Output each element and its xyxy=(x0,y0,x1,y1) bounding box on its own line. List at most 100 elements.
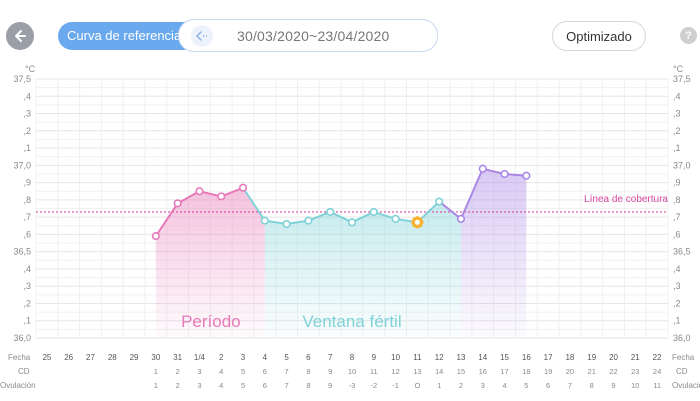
date-tick-label: 6 xyxy=(306,353,311,362)
ovulation-day-label: 5 xyxy=(524,381,528,390)
date-tick-label: 12 xyxy=(435,353,444,362)
data-point xyxy=(435,197,444,206)
data-point xyxy=(391,214,400,223)
date-tick-label: 21 xyxy=(631,353,640,362)
y-tick-label-right: ,1 xyxy=(673,316,681,326)
date-tick-label: 13 xyxy=(457,353,466,362)
date-tick-label: 26 xyxy=(64,353,73,362)
date-tick-label: 29 xyxy=(130,353,139,362)
ovulation-day-label: 10 xyxy=(631,381,639,390)
date-tick-label: 11 xyxy=(413,353,422,362)
cycle-day-label: 20 xyxy=(566,367,574,376)
row-label-date: Fecha xyxy=(8,353,31,362)
y-tick-label-left: ,9 xyxy=(23,178,31,188)
ovulation-day-label: 9 xyxy=(611,381,615,390)
date-tick-label: 4 xyxy=(263,353,268,362)
y-tick-label-right: 36,0 xyxy=(673,333,691,343)
ovulation-day-label: 9 xyxy=(328,381,332,390)
ovulation-day-label: O xyxy=(414,381,420,390)
y-tick-label-right: 37,0 xyxy=(673,160,691,170)
ovulation-day-label: 4 xyxy=(219,381,223,390)
data-point xyxy=(478,164,487,173)
cycle-day-label: 21 xyxy=(588,367,596,376)
ovulation-day-label: 1 xyxy=(154,381,158,390)
date-tick-label: 15 xyxy=(500,353,509,362)
cycle-day-label: 13 xyxy=(413,367,421,376)
date-tick-label: 22 xyxy=(653,353,662,362)
y-tick-label-right: ,2 xyxy=(673,126,681,136)
y-tick-label-right: ,1 xyxy=(673,143,681,153)
date-tick-label: 25 xyxy=(42,353,51,362)
ovulation-day-label: 6 xyxy=(263,381,267,390)
y-tick-label-left: ,3 xyxy=(23,281,31,291)
data-point xyxy=(282,219,291,229)
data-point xyxy=(522,171,531,180)
ovulation-marker xyxy=(414,219,420,225)
y-tick-label-right: ,7 xyxy=(673,212,681,222)
row-label-cd-right: CD xyxy=(676,367,688,376)
cycle-day-label: 14 xyxy=(435,367,443,376)
date-tick-label: 27 xyxy=(86,353,95,362)
date-tick-label: 14 xyxy=(478,353,487,362)
cycle-day-label: 10 xyxy=(348,367,356,376)
cycle-day-label: 22 xyxy=(609,367,617,376)
date-tick-label: 8 xyxy=(350,353,355,362)
unit-label-right: °C xyxy=(673,64,684,74)
y-tick-label-right: 37,5 xyxy=(673,74,691,84)
y-tick-label-right: ,3 xyxy=(673,281,681,291)
cover-line-label: Línea de cobertura xyxy=(584,194,668,205)
row-label-date-right: Fecha xyxy=(672,353,695,362)
y-tick-label-left: ,7 xyxy=(23,212,31,222)
y-tick-label-left: ,4 xyxy=(23,264,31,274)
data-point xyxy=(500,169,509,179)
phase-label: Ventana fértil xyxy=(302,312,401,331)
cycle-day-label: 9 xyxy=(328,367,332,376)
temperature-chart: 37,5 37,5 ,4 ,4 ,3 ,3 ,2 ,2 ,1 ,1 37,0 37,0 ,9 ,9 ,8 ,8… xyxy=(0,64,700,390)
y-tick-label-left: 36,5 xyxy=(13,247,31,257)
y-tick-label-left: ,6 xyxy=(23,229,31,239)
y-tick-label-left: ,4 xyxy=(23,91,31,101)
y-tick-label-left: ,2 xyxy=(23,126,31,136)
y-tick-label-right: ,3 xyxy=(673,109,681,119)
ovulation-day-label: 7 xyxy=(568,381,572,390)
y-tick-label-right: ,2 xyxy=(673,298,681,308)
data-point xyxy=(260,216,269,225)
phase-label: Período xyxy=(181,312,241,331)
y-tick-label-left: ,8 xyxy=(23,195,31,205)
date-tick-label: 1/4 xyxy=(194,353,206,362)
cycle-day-label: 15 xyxy=(457,367,465,376)
cycle-day-label: 24 xyxy=(653,367,661,376)
ovulation-day-label: 7 xyxy=(285,381,289,390)
cycle-day-label: 6 xyxy=(263,367,267,376)
ovulation-day-label: 6 xyxy=(546,381,550,390)
row-label-cd: CD xyxy=(18,367,30,376)
date-tick-label: 20 xyxy=(609,353,618,362)
y-tick-label-right: ,4 xyxy=(673,264,681,274)
y-tick-label-left: 37,5 xyxy=(13,74,31,84)
cycle-day-label: 23 xyxy=(631,367,639,376)
ovulation-day-label: 2 xyxy=(459,381,463,390)
y-tick-label-right: ,6 xyxy=(673,229,681,239)
unit-label-left: °C xyxy=(25,64,36,74)
y-tick-label-left: ,2 xyxy=(23,298,31,308)
ovulation-day-label: -3 xyxy=(349,381,356,390)
data-point xyxy=(195,187,204,196)
cycle-day-label: 11 xyxy=(370,367,378,376)
row-label-ovulation-right: Ovulación xyxy=(672,381,700,390)
date-tick-label: 18 xyxy=(565,353,574,362)
cycle-day-label: 17 xyxy=(500,367,508,376)
date-tick-label: 30 xyxy=(151,353,160,362)
ovulation-day-label: -2 xyxy=(370,381,377,390)
row-label-ovulation: Ovulación xyxy=(0,381,36,390)
cycle-day-label: 5 xyxy=(241,367,245,376)
date-tick-label: 2 xyxy=(219,353,224,362)
cycle-day-label: 16 xyxy=(479,367,487,376)
data-point xyxy=(369,207,378,217)
cycle-day-label: 19 xyxy=(544,367,552,376)
cycle-day-label: 3 xyxy=(197,367,201,376)
data-point xyxy=(456,214,466,223)
y-tick-label-right: ,9 xyxy=(673,178,681,188)
cycle-day-label: 2 xyxy=(176,367,180,376)
date-tick-label: 31 xyxy=(173,353,182,362)
data-point xyxy=(238,183,248,192)
